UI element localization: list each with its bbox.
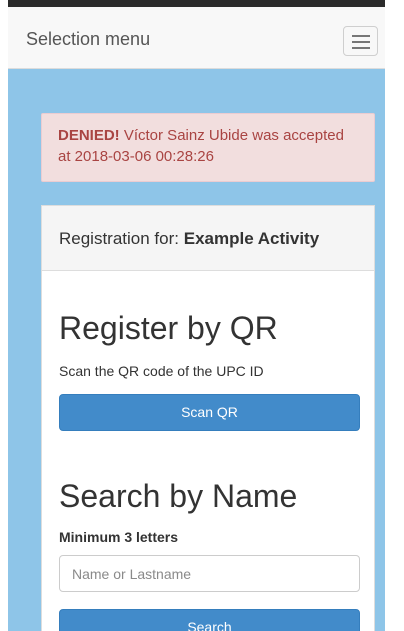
registration-panel: Registration for: Example Activity Regis… (41, 205, 375, 631)
status-bar (8, 0, 385, 7)
name-search-input[interactable] (59, 555, 360, 592)
heading-prefix: Registration for: (59, 229, 184, 248)
navbar-toggle-button[interactable] (343, 26, 378, 56)
panel-heading: Registration for: Example Activity (42, 206, 374, 271)
qr-section-title: Register by QR (59, 310, 278, 346)
activity-name: Example Activity (183, 229, 320, 248)
scan-qr-button[interactable]: Scan QR (59, 394, 360, 431)
qr-hint: Scan the QR code of the UPC ID (59, 363, 264, 379)
denied-alert: DENIED! Víctor Sainz Ubide was accepted … (41, 113, 375, 182)
navbar-brand[interactable]: Selection menu (26, 29, 150, 50)
min-letters-label: Minimum 3 letters (59, 529, 179, 545)
alert-status: DENIED! (58, 127, 120, 144)
app-viewport: Selection menu DENIED! Víctor Sainz Ubid… (8, 0, 385, 631)
name-section-title: Search by Name (59, 478, 298, 514)
search-button[interactable]: Search (59, 609, 360, 631)
navbar: Selection menu (8, 7, 385, 69)
